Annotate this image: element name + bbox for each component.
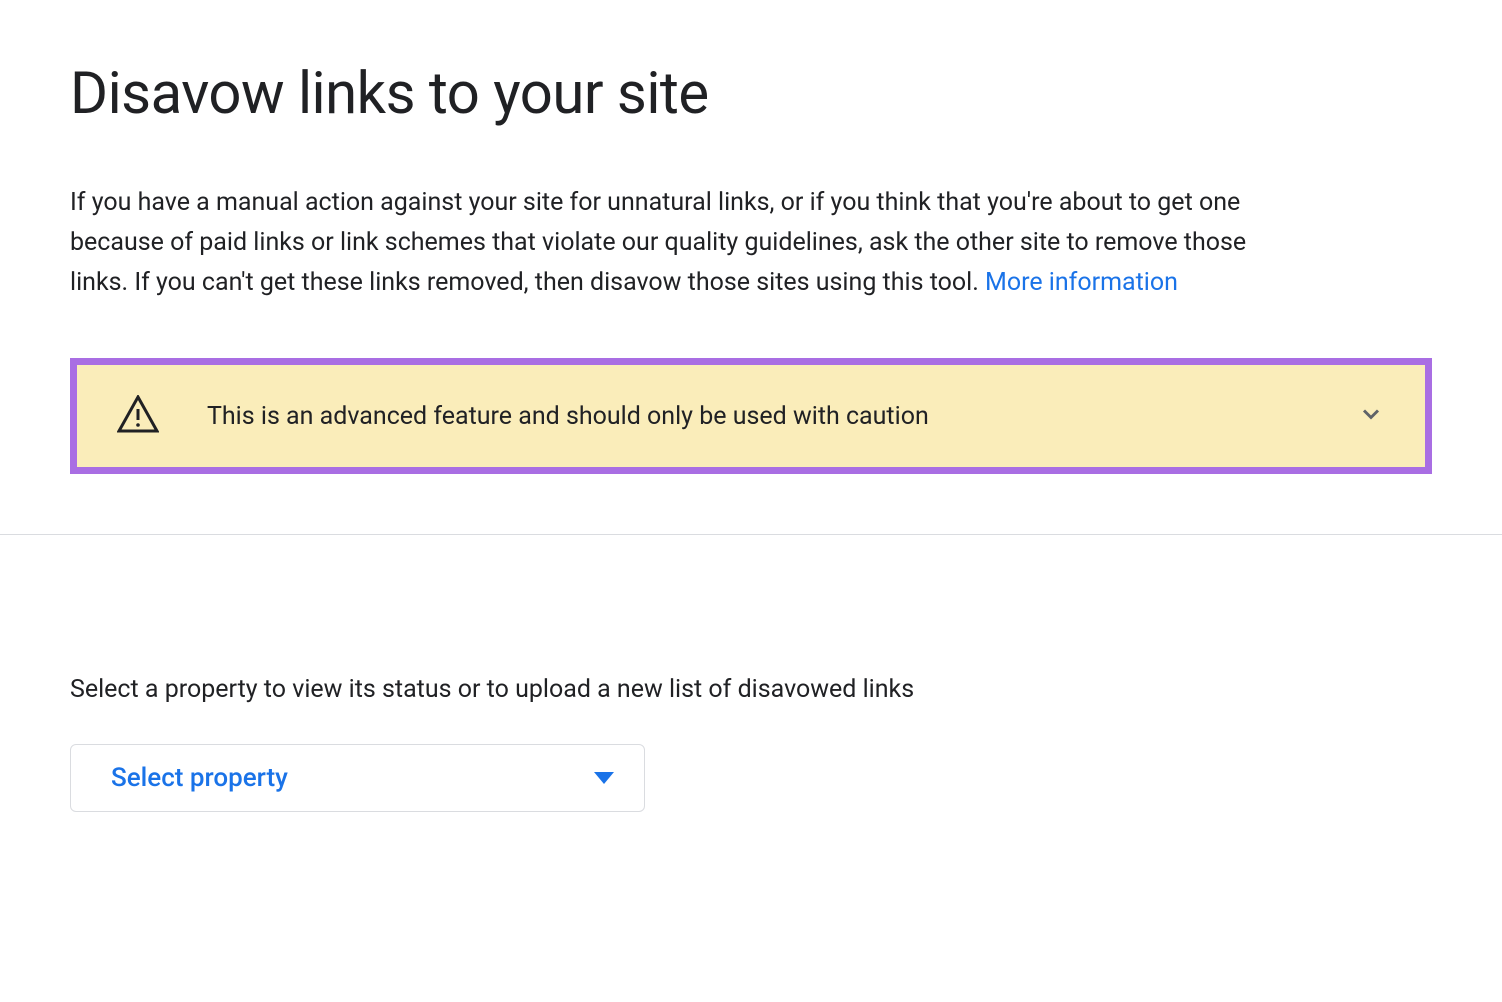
select-property-dropdown[interactable]: Select property: [70, 744, 645, 812]
dropdown-label: Select property: [111, 763, 288, 793]
page-description: If you have a manual action against your…: [70, 183, 1280, 303]
more-information-link[interactable]: More information: [985, 268, 1178, 297]
warning-banner[interactable]: This is an advanced feature and should o…: [70, 358, 1432, 474]
warning-text: This is an advanced feature and should o…: [207, 402, 1357, 431]
property-section-label: Select a property to view its status or …: [70, 675, 1432, 704]
page-title: Disavow links to your site: [70, 60, 1432, 128]
warning-icon: [117, 395, 159, 437]
dropdown-arrow-icon: [594, 769, 614, 788]
chevron-down-icon: [1357, 400, 1385, 432]
